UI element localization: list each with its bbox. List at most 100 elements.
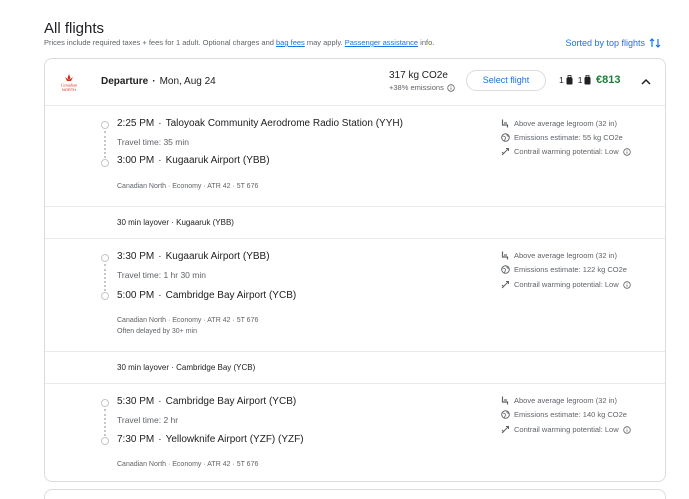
- flight-segment: 3:30 PM · Kugaaruk Airport (YBB) Travel ti…: [45, 239, 665, 351]
- sort-label: Sorted by top flights: [565, 38, 645, 48]
- price-disclaimer: Prices include required taxes + fees for…: [44, 38, 434, 47]
- timeline-end-dot: [101, 159, 109, 167]
- flight-price: €813: [596, 74, 621, 86]
- next-flight-card[interactable]: [44, 489, 666, 499]
- carry-on-bag-icon: [566, 75, 573, 85]
- departure-airport: Cambridge Bay Airport (YCB): [165, 396, 297, 407]
- bag-fees-link[interactable]: bag fees: [276, 38, 305, 47]
- departure-airport: Kugaaruk Airport (YBB): [165, 251, 270, 262]
- flight-card: Canadian NORTH Departure · Mon, Aug 24 317…: [44, 58, 666, 482]
- co2-total: 317 kg CO2e: [389, 70, 448, 81]
- emissions-text: Emissions estimate: 140 kg CO2e: [514, 410, 627, 419]
- baggage-allowance: 1 1: [559, 75, 591, 85]
- globe-icon: [501, 410, 510, 419]
- emissions-delta-text: +38% emissions: [389, 83, 444, 92]
- select-flight-button[interactable]: Select flight: [466, 70, 546, 91]
- canadian-north-logo: Canadian NORTH: [57, 73, 81, 93]
- departure-stop: 3:30 PM · Kugaaruk Airport (YBB): [117, 251, 270, 262]
- chevron-up-icon[interactable]: [639, 75, 653, 89]
- flight-card-header[interactable]: Canadian NORTH Departure · Mon, Aug 24 317…: [45, 59, 665, 106]
- flight-details: Canadian North · Economy · ATR 42 · 5T 6…: [117, 461, 259, 468]
- timeline-start-dot: [101, 399, 109, 407]
- info-icon[interactable]: [447, 83, 455, 92]
- arrival-airport: Cambridge Bay Airport (YCB): [165, 290, 297, 301]
- checked-bag-icon: [584, 75, 591, 85]
- timeline-line: [104, 131, 106, 158]
- info-icon[interactable]: [622, 425, 631, 434]
- legroom-text: Above average legroom (32 in): [514, 396, 617, 405]
- arrival-time: 7:30 PM: [117, 434, 155, 445]
- all-flights-title: All flights: [44, 20, 105, 37]
- timeline-start-dot: [101, 254, 109, 262]
- emissions-text: Emissions estimate: 55 kg CO2e: [514, 133, 623, 142]
- globe-icon: [501, 133, 510, 142]
- flight-segment: 5:30 PM · Cambridge Bay Airport (YCB) Trav…: [45, 384, 665, 482]
- legroom-amenity: Above average legroom (32 in): [501, 396, 617, 405]
- carry-on-count: 1: [559, 75, 564, 85]
- timeline-start-dot: [101, 121, 109, 129]
- departure-stop: 2:25 PM · Taloyoak Community Aerodrome Rad…: [117, 118, 403, 129]
- departure-airport: Taloyoak Community Aerodrome Radio Stati…: [165, 118, 403, 129]
- departure-date: Mon, Aug 24: [159, 76, 216, 87]
- delay-note: Often delayed by 30+ min: [117, 328, 197, 335]
- contrail-amenity: Contrail warming potential: Low: [501, 280, 631, 289]
- arrival-airport: Kugaaruk Airport (YBB): [165, 155, 270, 166]
- departure-label: Departure: [101, 76, 149, 87]
- info-icon[interactable]: [622, 147, 631, 156]
- contrail-amenity: Contrail warming potential: Low: [501, 425, 631, 434]
- emissions-text: Emissions estimate: 122 kg CO2e: [514, 265, 627, 274]
- arrival-stop: 7:30 PM · Yellowknife Airport (YZF) (YZF): [117, 434, 304, 445]
- sort-arrows-icon: [649, 38, 661, 48]
- passenger-assistance-link[interactable]: Passenger assistance: [345, 38, 418, 47]
- departure-summary: Departure · Mon, Aug 24: [101, 76, 216, 87]
- layover-row: 30 min layover · Kugaaruk (YBB): [45, 206, 665, 239]
- separator: ·: [158, 251, 162, 262]
- arrival-airport: Yellowknife Airport (YZF) (YZF): [165, 434, 304, 445]
- contrail-amenity: Contrail warming potential: Low: [501, 147, 631, 156]
- timeline-line: [104, 409, 106, 436]
- timeline-line: [104, 264, 106, 291]
- svg-text:NORTH: NORTH: [62, 87, 76, 92]
- separator: ·: [158, 155, 162, 166]
- travel-time: Travel time: 35 min: [117, 137, 189, 147]
- flight-details: Canadian North · Economy · ATR 42 · 5T 6…: [117, 183, 259, 190]
- emissions-amenity: Emissions estimate: 122 kg CO2e: [501, 265, 627, 274]
- info-icon[interactable]: [622, 280, 631, 289]
- contrail-text: Contrail warming potential: Low: [514, 147, 619, 156]
- flight-segment: 2:25 PM · Taloyoak Community Aerodrome Rad…: [45, 106, 665, 206]
- disclaimer-text-middle: may apply.: [304, 38, 345, 47]
- globe-icon: [501, 265, 510, 274]
- separator: ·: [158, 396, 162, 407]
- legroom-text: Above average legroom (32 in): [514, 119, 617, 128]
- arrival-stop: 3:00 PM · Kugaaruk Airport (YBB): [117, 155, 270, 166]
- layover-row: 30 min layover · Cambridge Bay (YCB): [45, 351, 665, 384]
- timeline-end-dot: [101, 437, 109, 445]
- sort-button[interactable]: Sorted by top flights: [565, 37, 661, 49]
- emissions-amenity: Emissions estimate: 140 kg CO2e: [501, 410, 627, 419]
- contrail-icon: [501, 426, 509, 434]
- separator: ·: [158, 290, 162, 301]
- layover-text: 30 min layover · Cambridge Bay (YCB): [117, 363, 256, 372]
- seat-icon: [501, 396, 509, 405]
- legroom-amenity: Above average legroom (32 in): [501, 119, 617, 128]
- departure-time: 5:30 PM: [117, 396, 155, 407]
- disclaimer-text-end: info.: [418, 38, 435, 47]
- seat-icon: [501, 251, 509, 260]
- disclaimer-text-start: Prices include required taxes + fees for…: [44, 38, 277, 47]
- arrival-time: 5:00 PM: [117, 290, 155, 301]
- flight-details: Canadian North · Economy · ATR 42 · 5T 6…: [117, 317, 259, 324]
- seat-icon: [501, 119, 509, 128]
- timeline-end-dot: [101, 292, 109, 300]
- contrail-text: Contrail warming potential: Low: [514, 425, 619, 434]
- travel-time: Travel time: 2 hr: [117, 415, 179, 425]
- travel-time: Travel time: 1 hr 30 min: [117, 270, 206, 280]
- legroom-amenity: Above average legroom (32 in): [501, 251, 617, 260]
- legroom-text: Above average legroom (32 in): [514, 251, 617, 260]
- contrail-icon: [501, 148, 509, 156]
- checked-bag-count: 1: [577, 75, 583, 85]
- departure-time: 3:30 PM: [117, 251, 155, 262]
- contrail-text: Contrail warming potential: Low: [514, 280, 619, 289]
- contrail-icon: [501, 281, 509, 289]
- departure-stop: 5:30 PM · Cambridge Bay Airport (YCB): [117, 396, 296, 407]
- emissions-amenity: Emissions estimate: 55 kg CO2e: [501, 133, 623, 142]
